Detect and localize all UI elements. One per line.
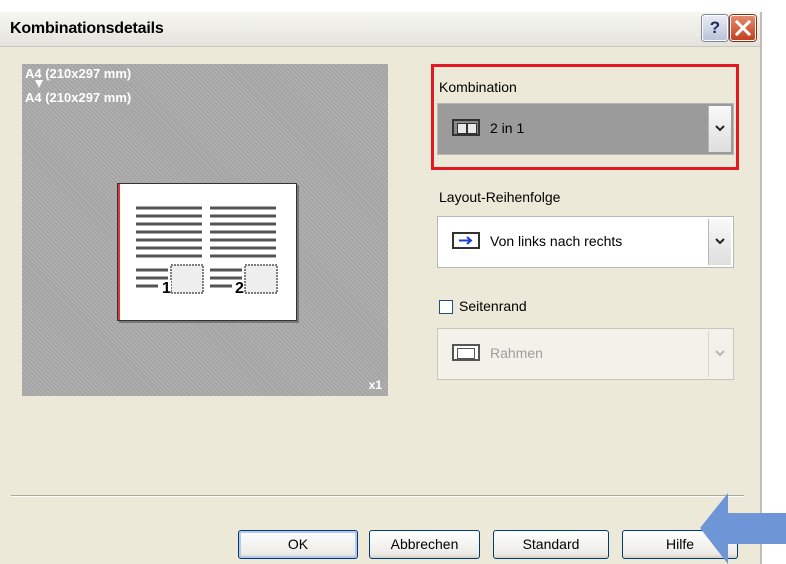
frame-icon	[452, 344, 480, 361]
arrow-right-icon	[452, 232, 480, 249]
rahmen-dropdown-button	[708, 331, 731, 377]
close-icon	[735, 20, 751, 36]
ok-button[interactable]: OK	[238, 530, 358, 559]
title-bar: Kombinationsdetails ?	[0, 12, 760, 47]
layout-value: Von links nach rechts	[490, 233, 623, 249]
kombination-label: Kombination	[439, 79, 517, 95]
rahmen-select: Rahmen	[437, 328, 734, 380]
cancel-button[interactable]: Abbrechen	[369, 530, 480, 559]
help-titlebar-button[interactable]: ?	[702, 15, 728, 41]
window-edge	[760, 12, 762, 564]
chevron-down-icon	[715, 350, 725, 357]
seitenrand-checkbox[interactable]	[439, 300, 453, 314]
standard-button[interactable]: Standard	[493, 530, 609, 559]
seitenrand-label[interactable]: Seitenrand	[459, 298, 527, 314]
kombination-value: 2 in 1	[490, 120, 525, 136]
preview-sheet: 1 2	[117, 183, 297, 321]
rahmen-value: Rahmen	[490, 345, 543, 361]
kombination-select[interactable]: 2 in 1	[437, 103, 734, 155]
two-pages-icon	[452, 119, 480, 136]
chevron-down-icon	[715, 238, 725, 245]
source-paper-label: A4 (210x297 mm)	[25, 66, 132, 81]
close-button[interactable]	[730, 15, 756, 41]
layout-dropdown-button[interactable]	[708, 219, 731, 265]
arrow-down-icon	[35, 80, 43, 88]
preview-panel: A4 (210x297 mm) A4 (210x297 mm) 1 2 x1	[22, 64, 388, 396]
kombination-dropdown-button[interactable]	[708, 106, 731, 152]
layout-select[interactable]: Von links nach rechts	[437, 216, 734, 268]
layout-label: Layout-Reihenfolge	[439, 189, 561, 205]
two-in-one-preview-icon	[118, 184, 278, 320]
chevron-down-icon	[715, 125, 725, 132]
page-number-2: 2	[235, 280, 244, 298]
page-number-1: 1	[162, 280, 171, 298]
annotation-arrow-icon	[700, 493, 786, 564]
separator	[11, 495, 744, 497]
target-paper-label: A4 (210x297 mm)	[25, 90, 132, 105]
question-mark-icon: ?	[709, 18, 721, 37]
copies-indicator: x1	[368, 378, 382, 392]
dialog-title: Kombinationsdetails	[10, 20, 164, 37]
